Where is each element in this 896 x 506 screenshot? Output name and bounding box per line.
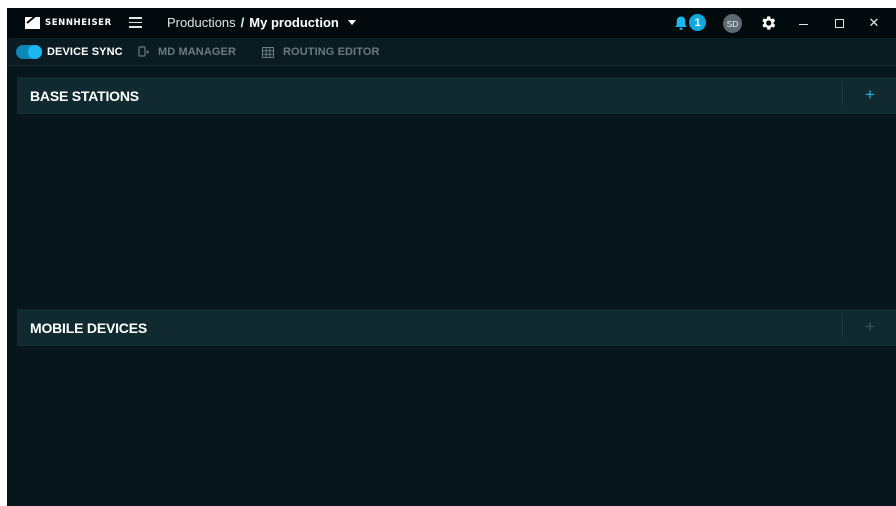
user-avatar[interactable]: SD (723, 14, 742, 33)
mobile-devices-list (17, 346, 896, 506)
app-window: SENNHEISER Productions / My production 1… (7, 8, 896, 506)
toolbar: DEVICE SYNC MD MANAGER ROUTING EDITOR (7, 38, 896, 66)
base-stations-list (17, 114, 896, 309)
production-selector[interactable]: My production (249, 15, 339, 30)
bell-icon[interactable] (674, 15, 688, 31)
close-button[interactable]: ✕ (864, 13, 884, 33)
mobile-devices-title: MOBILE DEVICES (30, 320, 147, 336)
device-sync-label[interactable]: DEVICE SYNC (47, 46, 123, 58)
routing-editor-label: ROUTING EDITOR (283, 46, 380, 58)
grid-icon (262, 46, 274, 58)
brand-name: SENNHEISER (45, 18, 112, 28)
md-manager-label: MD MANAGER (158, 46, 236, 58)
gear-icon[interactable] (759, 14, 777, 32)
breadcrumb-separator: / (240, 15, 245, 30)
base-stations-header: BASE STATIONS + (17, 77, 896, 114)
add-base-station-button[interactable]: + (860, 83, 880, 107)
maximize-button[interactable] (829, 13, 849, 33)
sennheiser-logo-icon (25, 17, 40, 29)
device-sync-toggle[interactable] (16, 45, 42, 59)
mobile-devices-header: MOBILE DEVICES + (17, 309, 896, 346)
breadcrumb-productions-link[interactable]: Productions (167, 15, 236, 30)
base-stations-title: BASE STATIONS (30, 88, 139, 104)
md-manager-tab[interactable]: MD MANAGER (138, 46, 236, 58)
add-mobile-device-button[interactable]: + (860, 315, 880, 339)
header-divider (842, 84, 843, 107)
menu-icon[interactable] (129, 17, 142, 28)
breadcrumb: Productions / My production (167, 15, 356, 30)
sennheiser-logo: SENNHEISER (25, 16, 112, 30)
notification-count-badge[interactable]: 1 (689, 14, 706, 31)
chevron-down-icon[interactable] (347, 20, 356, 25)
title-bar: SENNHEISER Productions / My production 1… (7, 8, 896, 38)
routing-editor-tab[interactable]: ROUTING EDITOR (262, 46, 380, 58)
minimize-button[interactable] (793, 13, 813, 33)
phone-sync-icon (138, 46, 149, 57)
header-divider (842, 316, 843, 339)
